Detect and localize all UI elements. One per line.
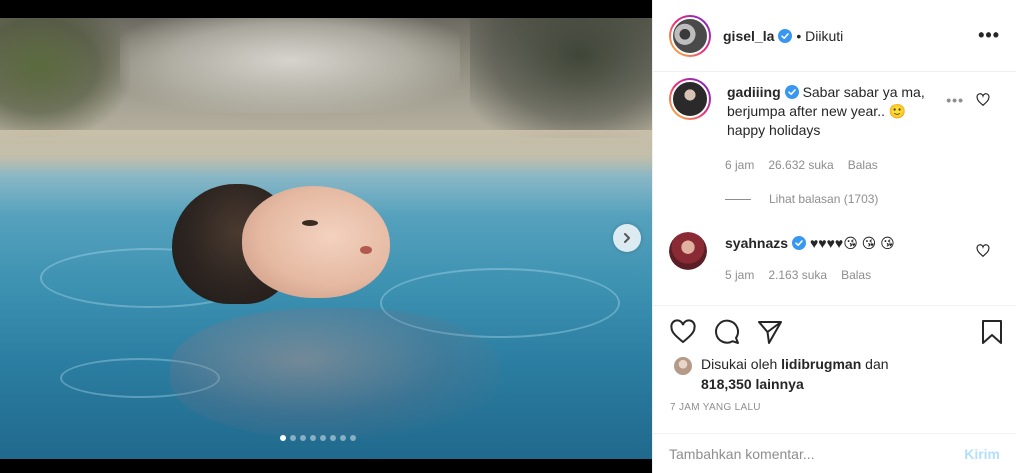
comment-likes[interactable]: 26.632 suka (768, 158, 833, 172)
post-comment-button[interactable]: Kirim (964, 446, 1000, 462)
photo-blur-building (120, 18, 460, 113)
post-photo[interactable] (0, 0, 652, 473)
chevron-right-icon (624, 233, 630, 243)
carousel-dot (340, 435, 346, 441)
follow-status-label: Diikuti (805, 27, 844, 44)
carousel-dot (310, 435, 316, 441)
comment-input[interactable] (669, 445, 965, 462)
view-replies-label: Lihat balasan (1703) (769, 192, 879, 206)
heart-icon[interactable] (976, 93, 990, 107)
verified-badge-icon (778, 28, 793, 43)
comment-item: gadiiing Sabar sabar ya ma, berjumpa aft… (669, 78, 1000, 172)
carousel-next-button[interactable] (613, 224, 641, 252)
share-paper-plane-icon[interactable] (756, 318, 784, 346)
comment-time[interactable]: 6 jam (725, 158, 754, 172)
comment-username[interactable]: syahnazs (725, 235, 788, 251)
more-options-icon[interactable]: ••• (978, 25, 1000, 46)
comment-reply-button[interactable]: Balas (848, 158, 878, 172)
comment-meta: 6 jam 26.632 suka Balas (725, 158, 892, 172)
post-author-username[interactable]: gisel_la (723, 28, 774, 44)
post-actions: Disukai oleh lidibrugman dan 818,350 lai… (653, 305, 1016, 433)
carousel-dot (290, 435, 296, 441)
comment-item: syahnazs ♥♥♥♥😘 😘 😘 5 jam 2.163 suka Bala… (669, 232, 1000, 282)
carousel-dot (320, 435, 326, 441)
avatar[interactable] (669, 14, 711, 57)
likes-others[interactable]: 818,350 lainnya (701, 376, 804, 392)
avatar[interactable] (669, 232, 707, 270)
comment-body: syahnazs ♥♥♥♥😘 😘 😘 (725, 234, 955, 270)
carousel-indicator (280, 435, 356, 441)
photo-child-mouth (360, 246, 372, 254)
comment-username[interactable]: gadiiing (727, 84, 781, 100)
avatar[interactable] (673, 356, 693, 376)
avatar[interactable] (669, 78, 711, 120)
view-replies-button[interactable]: Lihat balasan (1703) (725, 192, 878, 206)
replies-line (725, 198, 751, 200)
likes-user[interactable]: lidibrugman (781, 356, 861, 372)
photo-blur-foliage (0, 18, 130, 138)
post-modal: gisel_la • Diikuti ••• gadiiing Sabar sa… (0, 0, 1016, 473)
photo-child-face (242, 186, 390, 298)
follow-status[interactable]: • Diikuti (796, 28, 843, 44)
comment-likes[interactable]: 2.163 suka (768, 268, 827, 282)
comment-options-icon[interactable]: ••• (946, 92, 964, 108)
likes-summary: Disukai oleh lidibrugman dan 818,350 lai… (673, 354, 889, 394)
bookmark-icon[interactable] (978, 318, 1006, 346)
carousel-dot (300, 435, 306, 441)
like-heart-icon[interactable] (669, 318, 697, 346)
photo-child-head (172, 176, 390, 306)
photo-pool-deck (0, 130, 652, 170)
comment-meta: 5 jam 2.163 suka Balas (725, 268, 885, 282)
likes-conjunction: dan (865, 356, 889, 372)
comment-reply-button[interactable]: Balas (841, 268, 871, 282)
likes-prefix: Disukai oleh (701, 356, 778, 372)
carousel-dot (350, 435, 356, 441)
verified-badge-icon (784, 85, 799, 99)
photo-child-reflection (170, 308, 500, 438)
carousel-dot (330, 435, 336, 441)
comments-list: gadiiing Sabar sabar ya ma, berjumpa aft… (653, 72, 1016, 305)
verified-badge-icon (792, 236, 807, 250)
comment-time[interactable]: 5 jam (725, 268, 754, 282)
photo-blur-trees (470, 18, 652, 138)
comment-bubble-icon[interactable] (713, 318, 741, 346)
comment-text: ♥♥♥♥😘 😘 😘 (809, 235, 895, 251)
add-comment-bar: Kirim (653, 433, 1016, 473)
post-side-panel: gisel_la • Diikuti ••• gadiiing Sabar sa… (652, 0, 1016, 473)
comment-body: gadiiing Sabar sabar ya ma, berjumpa aft… (727, 83, 947, 140)
photo-child-eye (302, 220, 318, 226)
carousel-dot (280, 435, 286, 441)
follow-separator: • (796, 27, 802, 44)
heart-icon[interactable] (976, 244, 990, 258)
photo-image (0, 18, 652, 459)
likes-text: Disukai oleh lidibrugman dan 818,350 lai… (701, 354, 889, 394)
post-header: gisel_la • Diikuti ••• (653, 0, 1016, 72)
post-time-ago[interactable]: 7 JAM YANG LALU (670, 402, 761, 413)
